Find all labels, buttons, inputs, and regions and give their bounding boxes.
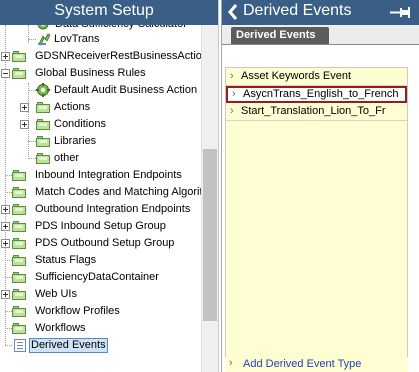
gear-icon bbox=[36, 83, 50, 97]
tree-item-label: Status Flags bbox=[35, 254, 97, 266]
list-item-label: Start_Translation_Lion_To_Fr bbox=[241, 105, 386, 117]
folder-icon bbox=[12, 272, 26, 283]
list-item-label: AsycnTrans_English_to_French bbox=[243, 88, 399, 100]
system-setup-panel: System Setup Data Sufficiency Calculator… bbox=[0, 0, 219, 372]
folder-icon bbox=[12, 289, 26, 300]
derived-events-panel: Derived Events Derived Events › Asset Ke… bbox=[221, 0, 419, 372]
list-scrollbar[interactable] bbox=[409, 67, 419, 357]
chevron-right-icon: › bbox=[229, 357, 233, 369]
tree-item-label: SufficiencyDataContainer bbox=[35, 271, 159, 283]
expand-icon[interactable] bbox=[1, 52, 10, 61]
folder-icon bbox=[36, 153, 50, 164]
tree-item-label: Actions bbox=[54, 101, 91, 113]
tree-item-label: Global Business Rules bbox=[35, 67, 146, 79]
tree-item-label: GDSNReceiverRestBusinessActions bbox=[35, 50, 201, 62]
tree-item-label: Web UIs bbox=[35, 288, 77, 300]
tree-item-label: PDS Outbound Setup Group bbox=[35, 237, 175, 249]
back-arrow-icon[interactable] bbox=[226, 3, 240, 21]
tree-item-other[interactable]: other bbox=[0, 150, 201, 167]
chevron-right-icon: › bbox=[232, 88, 236, 100]
tree-item-conditions[interactable]: Conditions bbox=[0, 116, 201, 133]
derived-events-title: Derived Events bbox=[243, 2, 352, 19]
pin-icon[interactable] bbox=[390, 6, 412, 19]
divider bbox=[226, 120, 407, 121]
tree-item-label: other bbox=[54, 152, 80, 164]
tree-item-label: Outbound Integration Endpoints bbox=[35, 203, 191, 215]
expand-icon[interactable] bbox=[1, 222, 10, 231]
tree-item-match-codes[interactable]: Match Codes and Matching Algorithms bbox=[0, 184, 201, 201]
tree-item-workflows[interactable]: Workflows bbox=[0, 320, 201, 337]
chevron-right-icon: › bbox=[230, 105, 234, 117]
tree-item-sufficiency-data-container[interactable]: SufficiencyDataContainer bbox=[0, 269, 201, 286]
tab-derived-events[interactable]: Derived Events bbox=[231, 27, 329, 44]
tree-item-label: Default Audit Business Action bbox=[54, 84, 198, 96]
tree-item-label: Match Codes and Matching Algorithms bbox=[35, 186, 201, 198]
tree-item-label: Workflows bbox=[35, 322, 86, 334]
gear-icon bbox=[38, 33, 51, 46]
tree-item-derived-events[interactable]: Derived Events bbox=[0, 337, 201, 354]
tree-item-libraries[interactable]: Libraries bbox=[0, 133, 201, 150]
tree-item-status-flags[interactable]: Status Flags bbox=[0, 252, 201, 269]
tree-item-workflow-profiles[interactable]: Workflow Profiles bbox=[0, 303, 201, 320]
list-item-selected[interactable]: › AsycnTrans_English_to_French bbox=[226, 86, 407, 103]
folder-icon bbox=[12, 187, 26, 198]
tree-item-global-business-rules[interactable]: Global Business Rules bbox=[0, 65, 201, 82]
list-item[interactable]: › Start_Translation_Lion_To_Fr bbox=[226, 103, 407, 120]
expand-icon[interactable] bbox=[1, 290, 10, 299]
expand-icon[interactable] bbox=[1, 239, 10, 248]
tree-item-lovtrans[interactable]: LovTrans bbox=[0, 31, 201, 48]
system-setup-header: System Setup bbox=[0, 0, 218, 25]
tree-item-label: LovTrans bbox=[54, 33, 100, 45]
list-item[interactable]: › Asset Keywords Event bbox=[226, 68, 407, 85]
expand-icon[interactable] bbox=[20, 103, 29, 112]
tree-item-label: PDS Inbound Setup Group bbox=[35, 220, 166, 232]
folder-icon bbox=[36, 119, 50, 130]
tree-item-web-uis[interactable]: Web UIs bbox=[0, 286, 201, 303]
folder-icon bbox=[12, 238, 26, 249]
system-setup-tree: Data Sufficiency Calculator LovTrans GDS… bbox=[0, 25, 201, 372]
tree-item-label: Conditions bbox=[54, 118, 106, 130]
folder-icon bbox=[12, 170, 26, 181]
tree-item-label: Derived Events bbox=[29, 338, 108, 353]
add-derived-event-type-link[interactable]: Add Derived Event Type bbox=[243, 358, 361, 370]
folder-icon bbox=[12, 306, 26, 317]
folder-icon bbox=[36, 136, 50, 147]
folder-icon bbox=[12, 51, 26, 62]
document-icon bbox=[14, 339, 26, 352]
tab-underline bbox=[222, 44, 419, 45]
tree-item-gdsn-receiver[interactable]: GDSNReceiverRestBusinessActions bbox=[0, 48, 201, 65]
tree-item-inbound-integration[interactable]: Inbound Integration Endpoints bbox=[0, 167, 201, 184]
tree-item-default-audit[interactable]: Default Audit Business Action bbox=[0, 82, 201, 99]
tree-item-label: Libraries bbox=[54, 135, 97, 147]
collapse-icon[interactable] bbox=[1, 69, 10, 78]
list-item-label: Asset Keywords Event bbox=[241, 70, 352, 82]
derived-event-list: › Asset Keywords Event › AsycnTrans_Engl… bbox=[225, 67, 408, 369]
derived-events-header: Derived Events bbox=[222, 0, 419, 25]
expand-icon[interactable] bbox=[20, 120, 29, 129]
tree-item-label: Inbound Integration Endpoints bbox=[35, 169, 182, 181]
folder-icon bbox=[12, 255, 26, 266]
expand-icon[interactable] bbox=[1, 205, 10, 214]
folder-icon bbox=[12, 323, 26, 334]
folder-icon bbox=[12, 221, 26, 232]
system-setup-title: System Setup bbox=[54, 2, 154, 19]
tree-scrollbar[interactable] bbox=[201, 25, 218, 372]
chevron-right-icon: › bbox=[230, 70, 234, 82]
folder-icon bbox=[36, 102, 50, 113]
tree-item-label: Workflow Profiles bbox=[35, 305, 120, 317]
tree-item-pds-outbound[interactable]: PDS Outbound Setup Group bbox=[0, 235, 201, 252]
tree-item-outbound-integration[interactable]: Outbound Integration Endpoints bbox=[0, 201, 201, 218]
tree-scrollbar-thumb[interactable] bbox=[203, 149, 217, 321]
tree-item-actions[interactable]: Actions bbox=[0, 99, 201, 116]
folder-icon bbox=[12, 204, 26, 215]
tree-item-pds-inbound[interactable]: PDS Inbound Setup Group bbox=[0, 218, 201, 235]
folder-icon bbox=[12, 68, 26, 79]
add-derived-event-row: › Add Derived Event Type bbox=[225, 357, 408, 372]
